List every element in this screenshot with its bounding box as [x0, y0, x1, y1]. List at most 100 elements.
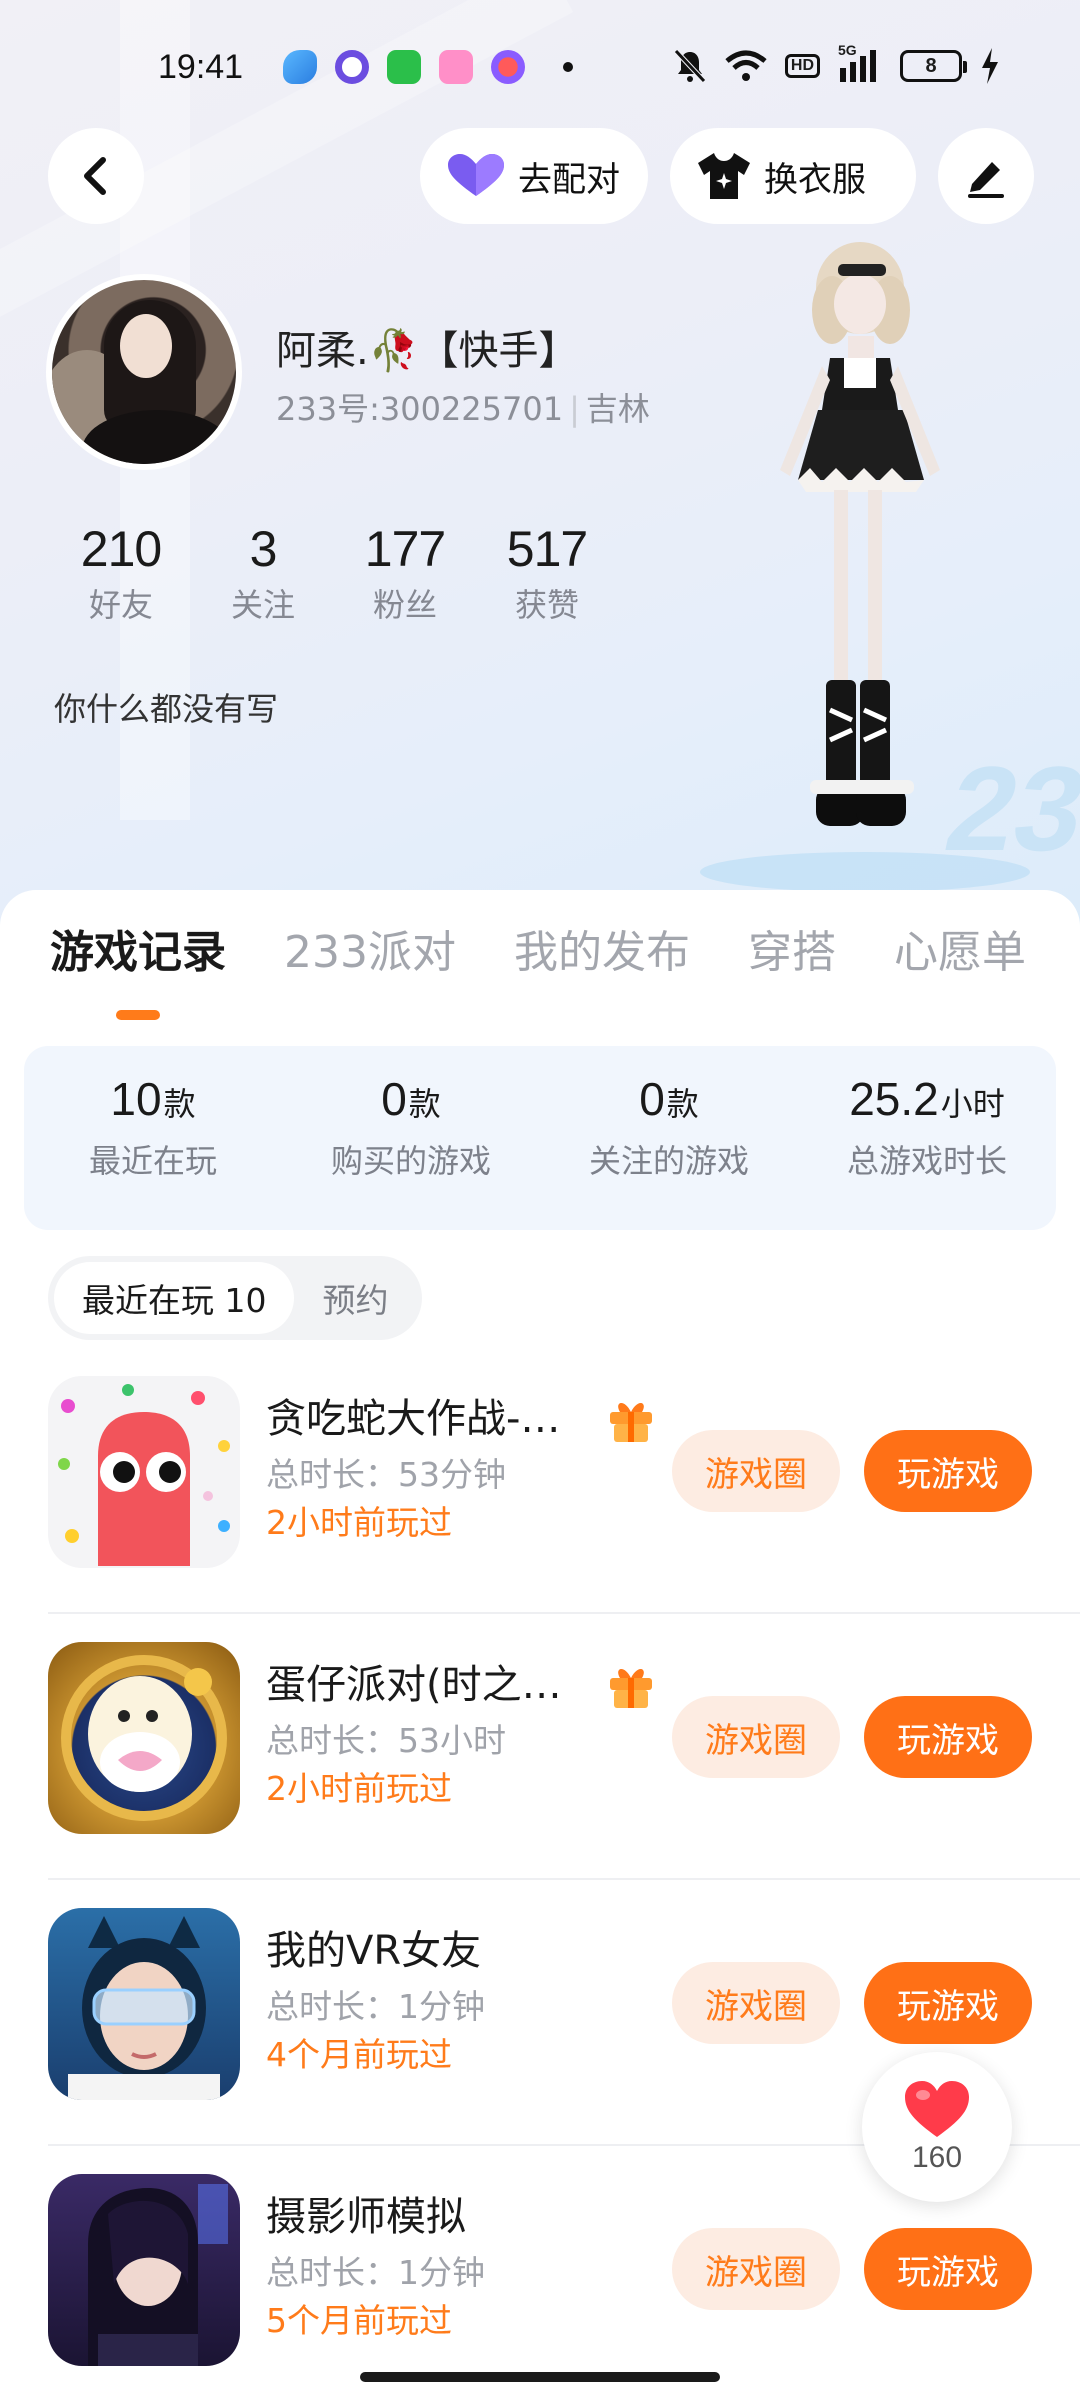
stat-value: 3: [249, 521, 278, 577]
play-game-button[interactable]: 玩游戏: [864, 1430, 1032, 1512]
app-notification-icon: [283, 50, 317, 84]
game-title: 贪吃蛇大作战-…: [266, 1396, 561, 1442]
stat-likes[interactable]: 517 获赞: [476, 520, 618, 626]
stat-following[interactable]: 3 关注: [192, 520, 334, 626]
outfit-label: 换衣服: [764, 159, 866, 200]
game-duration: 总时长：53小时: [266, 1721, 506, 1760]
summary-recent[interactable]: 10款 最近在玩: [24, 1046, 282, 1230]
tab-game-records[interactable]: 游戏记录: [50, 916, 226, 980]
user-location: 吉林: [585, 390, 650, 428]
app-notification-icon: [387, 50, 421, 84]
match-label: 去配对: [518, 159, 620, 200]
avatar-character[interactable]: [740, 240, 970, 880]
play-game-button[interactable]: 玩游戏: [864, 2228, 1032, 2310]
gift-icon[interactable]: [606, 1396, 656, 1454]
stat-label: 好友: [88, 586, 153, 624]
tab-outfits[interactable]: 穿搭: [748, 916, 836, 980]
game-duration: 总时长：53分钟: [266, 1455, 506, 1494]
play-game-button[interactable]: 玩游戏: [864, 1696, 1032, 1778]
game-title: 我的VR女友: [266, 1928, 482, 1974]
tab-wishlist[interactable]: 心愿单: [894, 916, 1026, 980]
change-outfit-button[interactable]: 换衣服: [670, 128, 916, 224]
summary-total-time[interactable]: 25.2小时 总游戏时长: [798, 1046, 1056, 1230]
stat-fans[interactable]: 177 粉丝: [334, 520, 476, 626]
subtab-recent[interactable]: 最近在玩 10: [54, 1262, 295, 1334]
summary-unit: 小时: [940, 1085, 1005, 1123]
game-circle-button[interactable]: 游戏圈: [672, 2228, 840, 2310]
profile-tabs: 游戏记录 233派对 我的发布 穿搭 心愿单: [50, 916, 1080, 980]
game-title: 摄影师模拟: [266, 2194, 466, 2240]
like-float-button[interactable]: 160: [862, 2052, 1012, 2202]
stat-friends[interactable]: 210 好友: [50, 520, 192, 626]
game-subtabs: 最近在玩 10 预约: [48, 1256, 423, 1340]
game-icon-eggy-party[interactable]: [48, 1642, 240, 1834]
game-duration: 总时长：1分钟: [266, 2253, 485, 2292]
charging-bolt-icon: [980, 48, 1000, 84]
heart-match-icon: [448, 154, 504, 196]
game-circle-button[interactable]: 游戏圈: [672, 1962, 840, 2044]
game-last-played: 4个月前玩过: [266, 2035, 452, 2074]
summary-unit: 款: [666, 1085, 699, 1123]
status-bar: 19:41 HD 5G 8: [0, 40, 1080, 100]
stat-label: 获赞: [514, 586, 579, 624]
gift-icon[interactable]: [606, 1662, 656, 1720]
battery-icon: 8: [900, 50, 967, 82]
user-id: 233号:300225701: [276, 390, 564, 428]
profile-bio: 你什么都没有写: [54, 690, 279, 728]
stat-value: 177: [364, 521, 446, 577]
game-icon-snake[interactable]: [48, 1376, 240, 1568]
stat-label: 关注: [230, 586, 295, 624]
tab-my-posts[interactable]: 我的发布: [514, 916, 690, 980]
username: 阿柔.🥀【快手】: [276, 328, 579, 374]
list-divider: [48, 1878, 1080, 1880]
game-duration: 总时长：1分钟: [266, 1987, 485, 2026]
summary-purchased[interactable]: 0款 购买的游戏: [282, 1046, 540, 1230]
more-notifications-dot: [563, 62, 573, 72]
game-list-item[interactable]: 蛋仔派对(时之… 总时长：53小时 2小时前玩过 游戏圈 玩游戏: [0, 1642, 1080, 1906]
battery-level: 8: [925, 54, 937, 77]
edit-profile-button[interactable]: [938, 128, 1034, 224]
user-avatar[interactable]: [46, 274, 242, 470]
back-arrow-icon: [84, 157, 106, 195]
game-circle-button[interactable]: 游戏圈: [672, 1430, 840, 1512]
summary-unit: 款: [408, 1085, 441, 1123]
active-tab-indicator: [116, 1010, 160, 1020]
play-game-button[interactable]: 玩游戏: [864, 1962, 1032, 2044]
summary-label: 购买的游戏: [330, 1142, 491, 1180]
status-time: 19:41: [158, 48, 244, 86]
match-button[interactable]: 去配对: [420, 128, 648, 224]
game-title: 蛋仔派对(时之…: [266, 1662, 562, 1708]
summary-label: 总游戏时长: [846, 1142, 1007, 1180]
stat-label: 粉丝: [372, 586, 437, 624]
game-last-played: 2小时前玩过: [266, 1769, 452, 1808]
user-id-location: 233号:300225701 | 吉林: [276, 390, 650, 428]
subtab-reservations[interactable]: 预约: [294, 1262, 416, 1334]
profile-stats: 210 好友 3 关注 177 粉丝 517 获赞: [50, 520, 618, 626]
status-app-icons: [283, 50, 573, 84]
heart-icon: [905, 2081, 969, 2137]
game-summary: 10款 最近在玩 0款 购买的游戏 0款 关注的游戏 25.2小时 总游戏时长: [24, 1046, 1056, 1230]
summary-followed[interactable]: 0款 关注的游戏: [540, 1046, 798, 1230]
network-label: 5G: [838, 42, 857, 58]
tshirt-icon: [698, 153, 750, 199]
stat-value: 210: [80, 521, 162, 577]
list-divider: [48, 1612, 1080, 1614]
mute-bell-icon: [673, 48, 707, 84]
hd-badge: HD: [784, 54, 820, 78]
summary-value: 10: [110, 1073, 162, 1125]
game-icon-photographer-sim[interactable]: [48, 2174, 240, 2366]
game-circle-button[interactable]: 游戏圈: [672, 1696, 840, 1778]
tab-233-party[interactable]: 233派对: [284, 916, 456, 980]
back-button[interactable]: [48, 128, 144, 224]
game-last-played: 2小时前玩过: [266, 1503, 452, 1542]
game-list-item[interactable]: 贪吃蛇大作战-… 总时长：53分钟 2小时前玩过 游戏圈 玩游戏: [0, 1376, 1080, 1640]
game-last-played: 5个月前玩过: [266, 2301, 452, 2340]
game-icon-vr-girlfriend[interactable]: [48, 1908, 240, 2100]
app-notification-icon: [491, 50, 525, 84]
app-notification-icon: [439, 50, 473, 84]
edit-pencil-icon: [968, 162, 1004, 198]
app-notification-icon: [335, 50, 369, 84]
summary-label: 关注的游戏: [588, 1142, 749, 1180]
game-list-item[interactable]: 摄影师模拟 总时长：1分钟 5个月前玩过 游戏圈 玩游戏: [0, 2174, 1080, 2400]
home-indicator[interactable]: [360, 2372, 720, 2382]
